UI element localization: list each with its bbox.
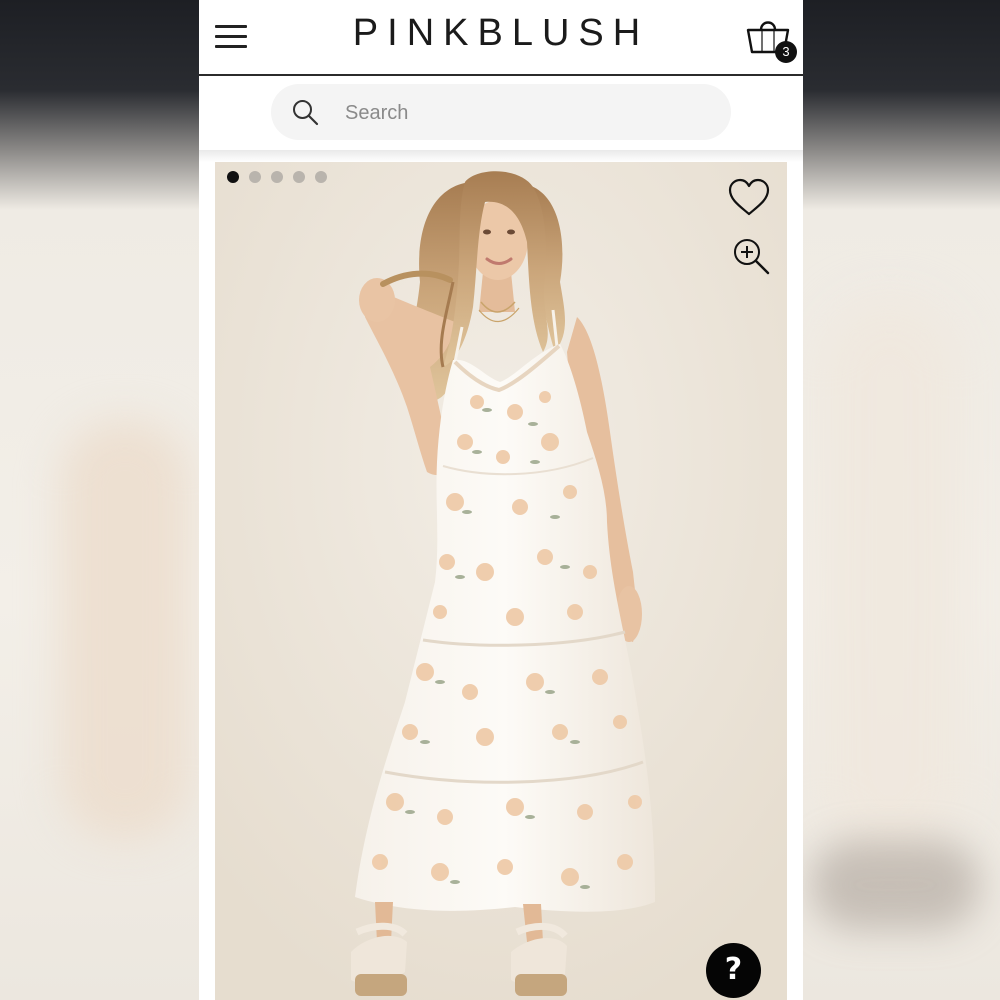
carousel-dot-3[interactable] — [271, 171, 283, 183]
background-shadow — [810, 840, 980, 930]
help-icon: ? — [724, 952, 743, 987]
carousel-dot-5[interactable] — [315, 171, 327, 183]
model-photo — [215, 162, 787, 1000]
product-image[interactable] — [215, 162, 787, 1000]
search-bar[interactable] — [271, 84, 731, 140]
search-icon[interactable] — [291, 98, 319, 126]
carousel-dot-1[interactable] — [227, 171, 239, 183]
carousel-dot-4[interactable] — [293, 171, 305, 183]
mobile-page: PINKBLUSH 3 Search ? — [199, 0, 803, 1000]
heart-icon[interactable] — [727, 178, 771, 218]
cart-count-badge: 3 — [775, 41, 797, 63]
zoom-in-icon[interactable] — [731, 236, 771, 276]
background-blur-left — [60, 420, 190, 840]
carousel-dot-2[interactable] — [249, 171, 261, 183]
header-divider — [199, 150, 803, 162]
help-button[interactable]: ? — [706, 943, 761, 998]
site-header: PINKBLUSH 3 — [199, 0, 803, 76]
search-input[interactable] — [343, 98, 707, 128]
brand-logo[interactable]: PINKBLUSH — [199, 12, 803, 55]
background-blur-right — [820, 300, 960, 860]
